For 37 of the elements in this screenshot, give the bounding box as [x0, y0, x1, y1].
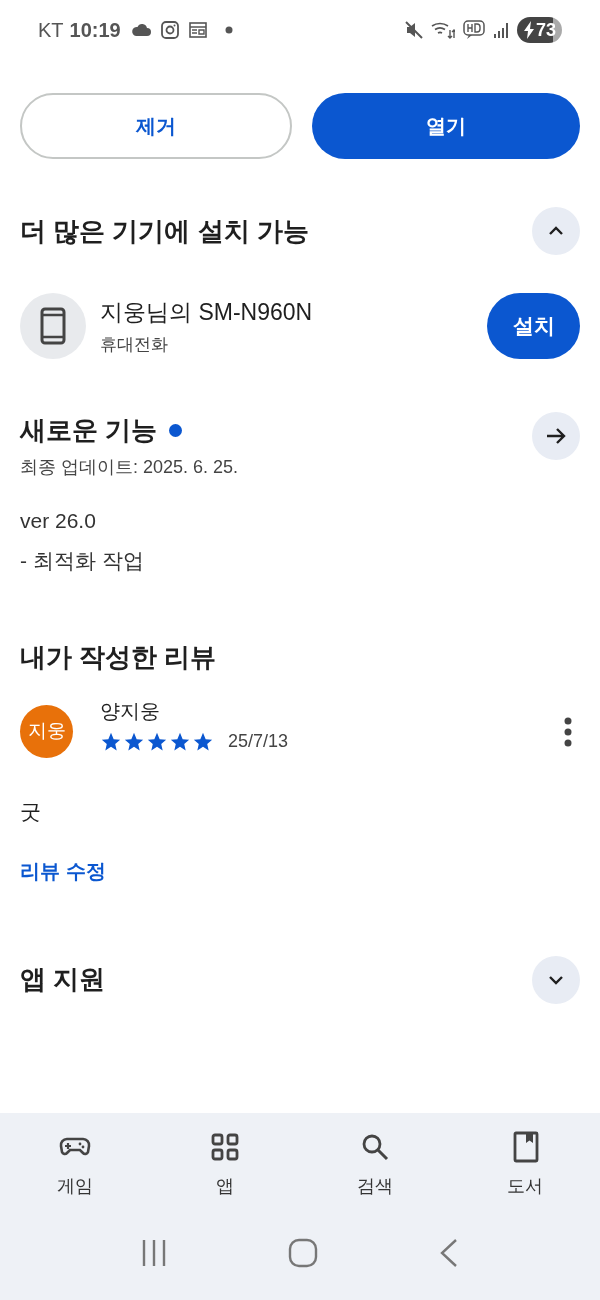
device-type: 휴대전화 [100, 333, 169, 356]
mute-icon [404, 21, 423, 39]
wifi-icon [430, 20, 455, 40]
grid-icon [209, 1131, 241, 1163]
dot-icon [224, 26, 233, 34]
battery-indicator: 73 [516, 17, 562, 43]
arrow-button[interactable] [532, 412, 580, 460]
avatar: 지웅 [20, 705, 73, 758]
nav-tab[interactable]: 앱 [150, 1131, 300, 1200]
device-name: 지웅님의 SM-N960N [100, 298, 314, 327]
camera-icon [160, 21, 179, 39]
nav-tab[interactable]: 도서 [450, 1131, 600, 1200]
release-note: ver 26.0 [20, 508, 97, 534]
install-button[interactable]: 설치 [487, 293, 580, 359]
release-note: - 최적화 작업 [20, 547, 145, 574]
home-icon[interactable] [288, 1238, 318, 1268]
update-date: 최종 업데이트: 2025. 6. 25. [20, 456, 240, 479]
clock: 10:19 [69, 18, 121, 43]
section-title: 내가 작성한 리뷰 [19, 641, 218, 674]
uninstall-button[interactable]: 제거 [20, 93, 292, 159]
section-title: 더 많은 기기에 설치 가능 [20, 214, 310, 248]
review-date: 25/7/13 [228, 730, 289, 753]
nav-tab[interactable]: 게임 [0, 1131, 150, 1200]
bolt-icon [522, 21, 535, 39]
calendar-icon [188, 21, 207, 39]
hd-icon [462, 20, 485, 40]
signal-icon [492, 21, 509, 39]
section-title: 앱 지원 [20, 963, 107, 996]
carrier-label: KT [38, 18, 64, 43]
section-title: 새로운 기능 [20, 414, 158, 447]
cloud-icon [130, 23, 151, 37]
nav-tab[interactable]: 검색 [300, 1131, 450, 1200]
review-text: 굿 [19, 799, 42, 825]
edit-review-link[interactable]: 리뷰 수정 [20, 855, 106, 886]
open-button[interactable]: 열기 [312, 93, 580, 159]
reviewer-name: 양지웅 [100, 699, 161, 724]
recent-apps-icon[interactable] [140, 1238, 168, 1268]
